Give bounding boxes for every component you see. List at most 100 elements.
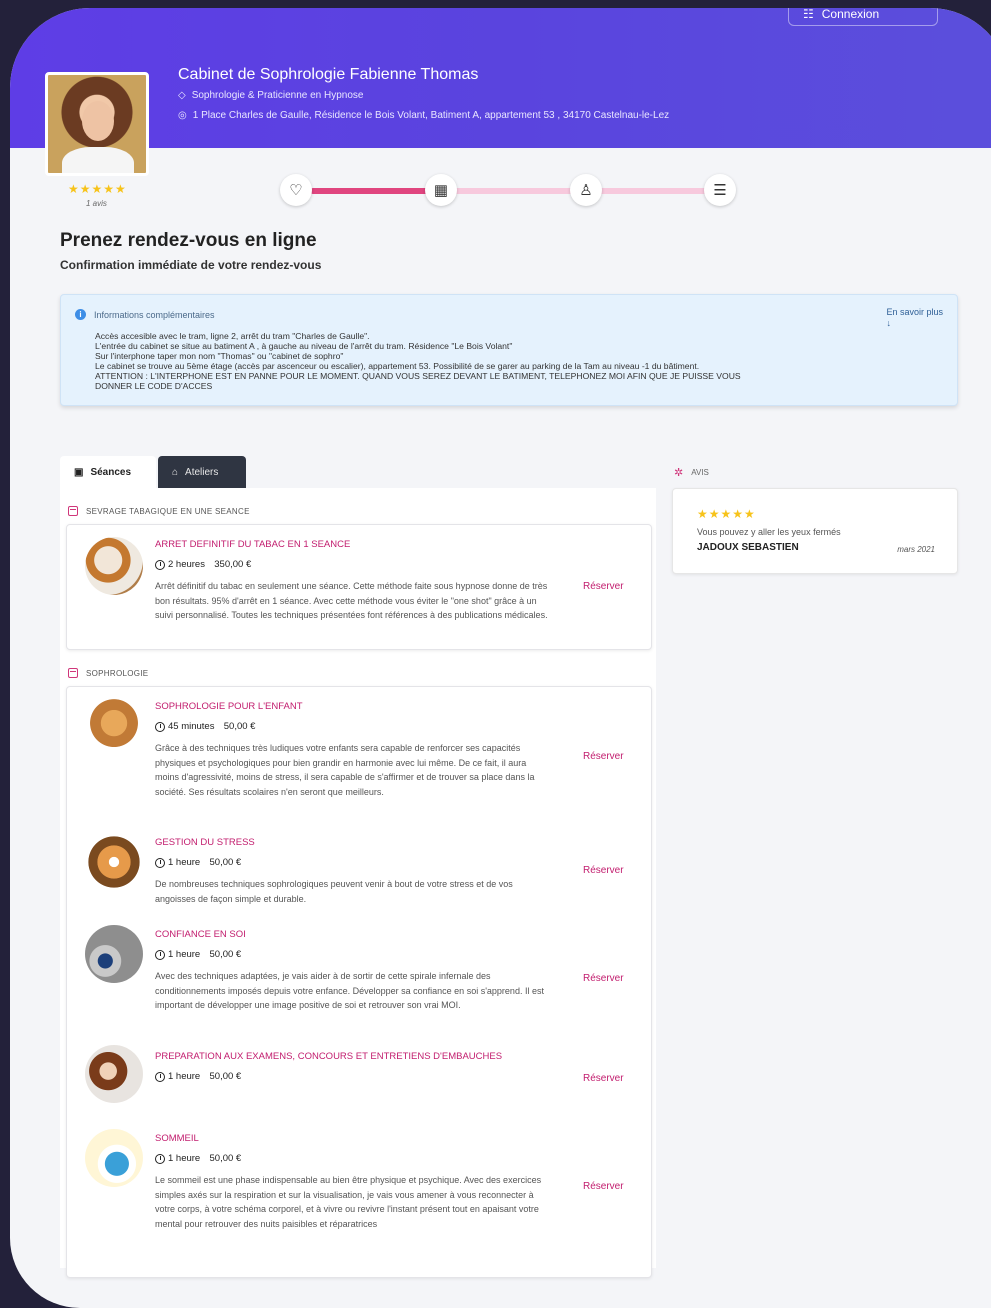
page-title: Prenez rendez-vous en ligne (60, 230, 317, 251)
reserve-button[interactable]: Réserver (583, 581, 624, 592)
service-meta: 45 minutes 50,00 € (155, 721, 255, 732)
info-more-link[interactable]: En savoir plus ↓ (886, 307, 943, 329)
calendar-icon[interactable]: ▦ (425, 174, 457, 206)
login-icon: ☷ (803, 8, 814, 21)
service-duration: 1 heure (168, 1153, 201, 1164)
reserve-button[interactable]: Réserver (583, 865, 624, 876)
tabs: ▣ Séances ⌂ Ateliers (60, 456, 246, 488)
reviews-header: ✲ AVIS (674, 466, 709, 479)
reserve-button[interactable]: Réserver (583, 973, 624, 984)
section-card: SOPHROLOGIE POUR L'ENFANT 45 minutes 50,… (66, 686, 652, 1278)
checklist-icon[interactable]: ☰ (704, 174, 736, 206)
heart-icon[interactable]: ♡ (280, 174, 312, 206)
reserve-button[interactable]: Réserver (583, 1181, 624, 1192)
clock-icon (155, 1153, 165, 1164)
cabinet-name: Cabinet de Sophrologie Fabienne Thomas (178, 66, 479, 83)
practitioner-avatar (45, 72, 149, 176)
header-banner: ☷ Connexion Cabinet de Sophrologie Fabie… (10, 8, 991, 148)
review-author: JADOUX SEBASTIEN (697, 542, 799, 553)
address: ◎ 1 Place Charles de Gaulle, Résidence l… (178, 110, 669, 121)
service-image (85, 1045, 143, 1103)
clock-icon (155, 559, 165, 570)
service-image (85, 1129, 143, 1187)
clock-icon (155, 1071, 165, 1082)
clock-icon (155, 721, 165, 732)
service-price: 50,00 € (209, 857, 242, 868)
review-date: mars 2021 (897, 545, 935, 554)
calendar-icon (68, 668, 78, 678)
reserve-button[interactable]: Réserver (583, 751, 624, 762)
section-card: ARRET DEFINITIF DU TABAC EN 1 SEANCE 2 h… (66, 524, 652, 650)
service-description: Grâce à des techniques très ludiques vot… (155, 743, 535, 797)
service-title: SOPHROLOGIE POUR L'ENFANT (155, 701, 303, 712)
service-image (85, 537, 143, 595)
info-body: Accès accesible avec le tram, ligne 2, a… (95, 331, 741, 391)
services-panel: SEVRAGE TABAGIQUE EN UNE SEANCE ARRET DE… (60, 488, 656, 1278)
service-duration: 1 heure (168, 1071, 201, 1082)
section-head-sophrologie: SOPHROLOGIE (68, 668, 148, 678)
review-text: Vous pouvez y aller les yeux fermés (697, 527, 841, 537)
calendar-icon: ▣ (74, 466, 84, 478)
rating-stars: ★★★★★ (68, 182, 127, 196)
service-description: Le sommeil est une phase indispensable a… (155, 1175, 542, 1229)
progress-track-done (310, 188, 438, 194)
login-button[interactable]: ☷ Connexion (788, 8, 938, 26)
service-duration: 1 heure (168, 949, 201, 960)
section-title: SOPHROLOGIE (86, 668, 149, 678)
service-description: Arrêt définitif du tabac en seulement un… (155, 581, 548, 621)
review-card: ★★★★★ Vous pouvez y aller les yeux fermé… (672, 488, 958, 574)
service-duration: 45 minutes (168, 721, 215, 732)
reserve-button[interactable]: Réserver (583, 1073, 624, 1084)
service-title: PREPARATION AUX EXAMENS, CONCOURS ET ENT… (155, 1051, 503, 1062)
page-subtitle: Confirmation immédiate de votre rendez-v… (60, 258, 322, 272)
service-description: Avec des techniques adaptées, je vais ai… (155, 971, 544, 1011)
specialty: ◇ Sophrologie & Praticienne en Hypnose (178, 90, 363, 101)
service-price: 350,00 € (214, 559, 252, 570)
service-price: 50,00 € (209, 1153, 242, 1164)
rating-count: 1 avis (86, 199, 107, 208)
tag-icon: ◇ (178, 90, 186, 101)
specialty-text: Sophrologie & Praticienne en Hypnose (191, 90, 364, 101)
service-title: GESTION DU STRESS (155, 837, 255, 848)
info-title: i Informations complémentaires (75, 309, 215, 320)
service-meta: 1 heure 50,00 € (155, 857, 241, 868)
tab-seances[interactable]: ▣ Séances (60, 456, 156, 488)
service-price: 50,00 € (209, 1071, 242, 1082)
service-duration: 1 heure (168, 857, 201, 868)
app-screen: ☷ Connexion Cabinet de Sophrologie Fabie… (10, 8, 991, 1308)
service-price: 50,00 € (209, 949, 242, 960)
user-icon[interactable]: ♙ (570, 174, 602, 206)
tab-seances-label: Séances (90, 466, 132, 478)
calendar-icon (68, 506, 78, 516)
section-head-sevrage: SEVRAGE TABAGIQUE EN UNE SEANCE (68, 506, 250, 516)
service-image (85, 697, 143, 755)
service-meta: 1 heure 50,00 € (155, 1153, 241, 1164)
address-text: 1 Place Charles de Gaulle, Résidence le … (192, 110, 670, 121)
location-pin-icon: ◎ (178, 110, 187, 121)
section-title: SEVRAGE TABAGIQUE EN UNE SEANCE (86, 506, 250, 516)
workshop-icon: ⌂ (172, 466, 179, 478)
tab-ateliers-label: Ateliers (185, 466, 219, 478)
service-image (85, 833, 143, 891)
info-title-text: Informations complémentaires (94, 309, 215, 320)
service-duration: 2 heures (168, 559, 205, 570)
sparkle-icon: ✲ (674, 467, 684, 479)
info-more-label: En savoir plus (886, 307, 943, 317)
clock-icon (155, 857, 165, 868)
arrow-down-icon: ↓ (886, 318, 891, 328)
service-meta: 1 heure 50,00 € (155, 949, 241, 960)
service-title: CONFIANCE EN SOI (155, 929, 246, 940)
reviews-title: AVIS (691, 468, 709, 477)
service-meta: 2 heures 350,00 € (155, 559, 251, 570)
service-meta: 1 heure 50,00 € (155, 1071, 241, 1082)
service-title: SOMMEIL (155, 1133, 199, 1144)
service-price: 50,00 € (223, 721, 256, 732)
info-icon: i (75, 309, 86, 320)
booking-progress: ♡ ▦ ♙ ☰ (280, 172, 740, 208)
tab-ateliers[interactable]: ⌂ Ateliers (158, 456, 246, 488)
service-title: ARRET DEFINITIF DU TABAC EN 1 SEANCE (155, 539, 351, 550)
service-description: De nombreuses techniques sophrologiques … (155, 879, 513, 904)
login-label: Connexion (821, 8, 880, 21)
service-image (85, 925, 143, 983)
info-box: i Informations complémentaires En savoir… (60, 294, 958, 406)
